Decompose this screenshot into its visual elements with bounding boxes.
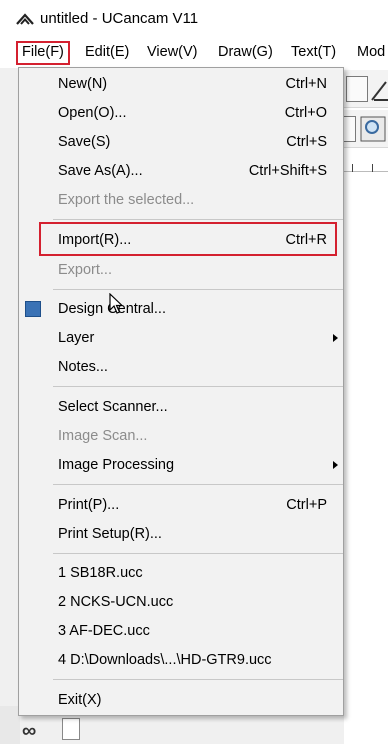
menu-item-label: Layer <box>58 330 95 346</box>
menu-text[interactable]: Text(T) <box>287 41 340 65</box>
menu-item-label: 4 D:\Downloads\...\HD-GTR9.ucc <box>58 652 272 668</box>
file-menu-dropdown: New(N) Ctrl+N Open(O)... Ctrl+O Save(S) … <box>18 67 344 716</box>
horizontal-ruler <box>344 150 388 172</box>
menu-item-shortcut: Ctrl+S <box>286 134 327 150</box>
menu-item-image-processing[interactable]: Image Processing <box>19 451 343 479</box>
menu-item-label: Print Setup(R)... <box>58 526 162 542</box>
menu-modify[interactable]: Mod <box>353 41 388 65</box>
menu-view[interactable]: View(V) <box>143 41 202 65</box>
design-central-icon <box>25 301 41 317</box>
toolbar-row-2 <box>342 110 388 148</box>
menu-item-new[interactable]: New(N) Ctrl+N <box>19 70 343 98</box>
menu-item-recent-3[interactable]: 3 AF-DEC.ucc <box>19 617 343 645</box>
menu-edit[interactable]: Edit(E) <box>81 41 133 65</box>
menu-item-export[interactable]: Export... <box>19 256 343 284</box>
title-bar: untitled - UCancam V11 <box>0 0 388 38</box>
menu-separator <box>53 553 343 554</box>
menu-item-save-as[interactable]: Save As(A)... Ctrl+Shift+S <box>19 157 343 185</box>
measure-icon[interactable] <box>370 78 388 102</box>
menu-item-shortcut: Ctrl+O <box>284 105 327 121</box>
menu-item-shortcut: Ctrl+R <box>285 232 328 248</box>
menu-separator <box>53 289 343 290</box>
menu-item-label: Image Processing <box>58 457 175 473</box>
bottom-tool-button[interactable] <box>62 718 80 740</box>
menu-item-label: Image Scan... <box>58 428 148 444</box>
menu-item-label: Save As(A)... <box>58 163 143 179</box>
menu-separator <box>53 484 343 485</box>
menu-item-label: Export the selected... <box>58 192 195 208</box>
app-logo-icon <box>16 13 34 25</box>
menu-item-layer[interactable]: Layer <box>19 324 343 352</box>
menu-item-recent-2[interactable]: 2 NCKS-UCN.ucc <box>19 588 343 616</box>
menu-item-recent-1[interactable]: 1 SB18R.ucc <box>19 559 343 587</box>
menu-item-label: Select Scanner... <box>58 399 168 415</box>
menu-item-label: Export... <box>58 262 112 278</box>
menu-item-recent-4[interactable]: 4 D:\Downloads\...\HD-GTR9.ucc <box>19 646 343 674</box>
menu-item-notes[interactable]: Notes... <box>19 353 343 381</box>
mouse-cursor-icon <box>109 293 124 314</box>
window-title: untitled - UCancam V11 <box>40 10 199 27</box>
menu-item-shortcut: Ctrl+P <box>286 497 327 513</box>
menu-file[interactable]: File(F) <box>16 41 70 65</box>
menu-item-label: 3 AF-DEC.ucc <box>58 623 150 639</box>
menu-separator <box>53 386 343 387</box>
menu-item-image-scan[interactable]: Image Scan... <box>19 422 343 450</box>
menu-item-label: Import(R)... <box>58 232 132 248</box>
menu-item-label: Exit(X) <box>58 692 102 708</box>
left-toolbar-edge <box>0 706 20 744</box>
menu-item-open[interactable]: Open(O)... Ctrl+O <box>19 99 343 127</box>
menu-item-print-setup[interactable]: Print Setup(R)... <box>19 520 343 548</box>
menu-item-label: Notes... <box>58 359 108 375</box>
toolbar-tool-icon[interactable] <box>346 76 368 102</box>
toolbar-row-1 <box>344 70 388 108</box>
menu-item-label: 1 SB18R.ucc <box>58 565 143 581</box>
menu-item-label: Save(S) <box>58 134 111 150</box>
menu-draw[interactable]: Draw(G) <box>214 41 277 65</box>
menu-item-label: New(N) <box>58 76 108 92</box>
submenu-arrow-icon <box>333 334 338 342</box>
menu-item-export-selected[interactable]: Export the selected... <box>19 186 343 214</box>
menu-item-label: 2 NCKS-UCN.ucc <box>58 594 174 610</box>
menu-item-design-central[interactable]: Design Central... <box>19 295 343 323</box>
menu-item-save[interactable]: Save(S) Ctrl+S <box>19 128 343 156</box>
menu-item-select-scanner[interactable]: Select Scanner... <box>19 393 343 421</box>
menu-item-shortcut: Ctrl+Shift+S <box>248 163 327 179</box>
menu-item-print[interactable]: Print(P)... Ctrl+P <box>19 491 343 519</box>
menu-item-exit[interactable]: Exit(X) <box>19 686 343 714</box>
menu-item-label: Print(P)... <box>58 497 120 513</box>
submenu-arrow-icon <box>333 461 338 469</box>
menu-separator <box>53 679 343 680</box>
menu-item-shortcut: Ctrl+N <box>285 76 328 92</box>
status-indicator-icon: ∞ <box>22 720 37 742</box>
menu-item-import[interactable]: Import(R)... Ctrl+R <box>19 226 343 254</box>
menu-item-label: Open(O)... <box>58 105 127 121</box>
menu-bar: File(F) Edit(E) View(V) Draw(G) Text(T) … <box>0 38 388 68</box>
page-icon[interactable] <box>342 116 356 142</box>
menu-separator <box>53 219 343 220</box>
zoom-icon[interactable] <box>360 116 386 142</box>
